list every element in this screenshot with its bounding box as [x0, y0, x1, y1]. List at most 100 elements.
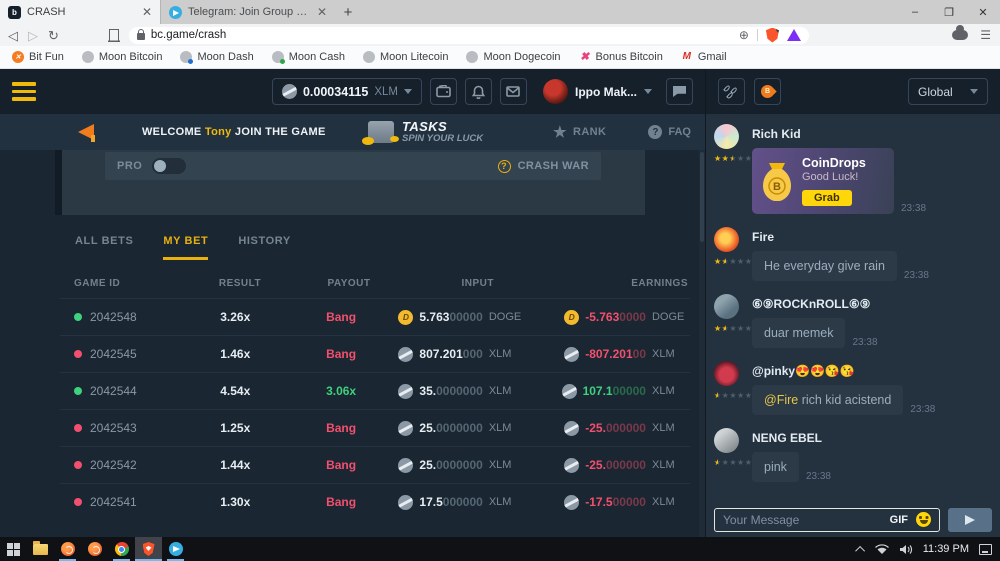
- message-input[interactable]: [723, 513, 882, 527]
- extension-triangle-icon[interactable]: [787, 29, 801, 41]
- chrome-button[interactable]: [108, 537, 135, 561]
- chat-channel-select[interactable]: Global: [908, 78, 988, 105]
- close-button[interactable]: ✕: [966, 0, 1000, 24]
- file-explorer-button[interactable]: [27, 537, 54, 561]
- xlm-coin-icon: [398, 495, 413, 510]
- new-tab-button[interactable]: +: [335, 0, 361, 24]
- payout-bang: Bang: [284, 421, 399, 435]
- bet-tabs: ALL BETS MY BET HISTORY: [0, 215, 705, 260]
- share-icon[interactable]: ⊕: [739, 28, 749, 42]
- tab-history[interactable]: HISTORY: [238, 235, 291, 260]
- chat-input-box[interactable]: GIF: [714, 508, 940, 532]
- wifi-icon[interactable]: [875, 544, 889, 555]
- chat-username[interactable]: Rich Kid: [752, 127, 992, 141]
- divider: [757, 29, 758, 41]
- table-row[interactable]: 2042541 1.30x Bang 17.5000000XLM -17.500…: [60, 483, 690, 520]
- browser-menu-icon[interactable]: ☰: [980, 28, 992, 42]
- reload-icon[interactable]: ↻: [48, 29, 59, 42]
- avatar: [714, 428, 739, 453]
- pro-toggle[interactable]: [152, 158, 186, 174]
- status-dot-loss: [74, 498, 82, 506]
- start-button[interactable]: [0, 537, 27, 561]
- tasks-link[interactable]: TASKS SPIN YOUR LUCK: [368, 120, 483, 145]
- sync-cloud-icon[interactable]: [952, 30, 968, 40]
- table-row[interactable]: 2042548 3.26x Bang D5.76300000DOGE D-5.7…: [60, 298, 690, 335]
- tab-close-icon[interactable]: ✕: [142, 5, 152, 19]
- bookmark-moon-dash[interactable]: Moon Dash: [180, 51, 253, 63]
- chat-username[interactable]: ⑥⑨ROCKnROLL⑥⑨: [752, 297, 992, 311]
- payout-bang: Bang: [284, 458, 399, 472]
- bookmark-moon-bitcoin[interactable]: Moon Bitcoin: [82, 51, 163, 63]
- chevron-down-icon: [404, 89, 412, 94]
- minimize-button[interactable]: –: [898, 0, 932, 24]
- clock[interactable]: 11:39 PM: [923, 543, 969, 555]
- bookmark-moon-litecoin[interactable]: Moon Litecoin: [363, 51, 449, 63]
- chat-username[interactable]: Fire: [752, 230, 992, 244]
- table-row[interactable]: 2042543 1.25x Bang 25.0000000XLM -25.000…: [60, 409, 690, 446]
- tab-all-bets[interactable]: ALL BETS: [75, 235, 133, 260]
- payout-bang: Bang: [284, 495, 399, 509]
- chat-toggle-button[interactable]: [666, 78, 693, 105]
- messages-button[interactable]: [500, 78, 527, 105]
- money-bag-icon: B: [760, 161, 794, 201]
- app-button-orange-2[interactable]: [81, 537, 108, 561]
- telegram-icon: [169, 542, 183, 556]
- chat-username[interactable]: @pinky😍😍😘😘: [752, 364, 992, 378]
- crash-war-link[interactable]: ? CRASH WAR: [498, 160, 589, 173]
- back-icon[interactable]: ◁: [8, 29, 18, 42]
- volume-icon[interactable]: [899, 544, 913, 555]
- send-button[interactable]: [948, 508, 992, 532]
- telegram-favicon: [169, 6, 182, 19]
- notifications-button[interactable]: [465, 78, 492, 105]
- brave-shield-icon[interactable]: 1: [766, 28, 779, 43]
- chat-username[interactable]: NENG EBEL: [752, 431, 992, 445]
- scrollbar[interactable]: [699, 150, 705, 537]
- table-row[interactable]: 2042542 1.44x Bang 25.0000000XLM -25.000…: [60, 446, 690, 483]
- message-time: 23:38: [852, 337, 877, 348]
- rank-link[interactable]: ★RANK: [553, 123, 606, 141]
- coindrop-button[interactable]: B: [754, 78, 781, 105]
- table-header: GAME ID RESULT PAYOUT INPUT EARNINGS: [60, 268, 690, 298]
- tab-telegram[interactable]: Telegram: Join Group Chat ✕: [160, 0, 335, 24]
- chat-bubble: @Fire rich kid acistend: [752, 385, 903, 415]
- action-center-icon[interactable]: [979, 544, 992, 555]
- balance-selector[interactable]: 0.00034115 XLM: [272, 78, 422, 105]
- faq-link[interactable]: ?FAQ: [648, 125, 691, 139]
- table-row[interactable]: 2042544 4.54x 3.06x 35.0000000XLM 107.10…: [60, 372, 690, 409]
- coindrop-title: CoinDrops: [802, 156, 866, 170]
- mail-icon: [506, 86, 520, 97]
- user-rating: ★★★★★★★★★★: [714, 258, 752, 266]
- doge-coin-icon: D: [564, 310, 579, 325]
- bookmark-gmail[interactable]: MGmail: [681, 51, 727, 63]
- tray-expand-icon[interactable]: [855, 545, 865, 555]
- emoji-button[interactable]: [916, 512, 931, 527]
- bookmark-bonus-bitcoin[interactable]: ✖Bonus Bitcoin: [579, 51, 663, 63]
- app-button-orange-1[interactable]: [54, 537, 81, 561]
- bookmark-bitfun[interactable]: ✕Bit Fun: [12, 51, 64, 63]
- maximize-button[interactable]: ❐: [932, 0, 966, 24]
- grab-button[interactable]: Grab: [802, 190, 852, 206]
- telegram-button[interactable]: [162, 537, 189, 561]
- col-result: RESULT: [190, 278, 290, 289]
- tab-crash[interactable]: b CRASH ✕: [0, 0, 160, 24]
- window-controls: – ❐ ✕: [898, 0, 1000, 24]
- user-rating: ★★★★★★★★★★: [714, 325, 752, 333]
- doge-coin-icon: D: [398, 310, 413, 325]
- table-row[interactable]: 2042545 1.46x Bang 807.201000XLM -807.20…: [60, 335, 690, 372]
- gif-button[interactable]: GIF: [890, 514, 908, 526]
- rain-button[interactable]: [718, 78, 745, 105]
- bookmark-icon[interactable]: [109, 29, 119, 42]
- forward-icon[interactable]: ▷: [28, 29, 38, 42]
- brave-button[interactable]: [135, 537, 162, 561]
- rain-icon: [725, 85, 739, 99]
- bookmark-moon-cash[interactable]: Moon Cash: [272, 51, 345, 63]
- menu-hamburger-icon[interactable]: [12, 82, 36, 101]
- wallet-button[interactable]: [430, 78, 457, 105]
- bookmark-moon-dogecoin[interactable]: Moon Dogecoin: [466, 51, 560, 63]
- tab-my-bet[interactable]: MY BET: [163, 235, 208, 260]
- user-menu[interactable]: Ippo Mak...: [543, 79, 652, 104]
- address-bar[interactable]: bc.game/crash ⊕ 1: [129, 27, 809, 44]
- balance-currency: XLM: [374, 86, 398, 98]
- tab-close-icon[interactable]: ✕: [317, 5, 327, 19]
- url-text[interactable]: bc.game/crash: [151, 29, 733, 41]
